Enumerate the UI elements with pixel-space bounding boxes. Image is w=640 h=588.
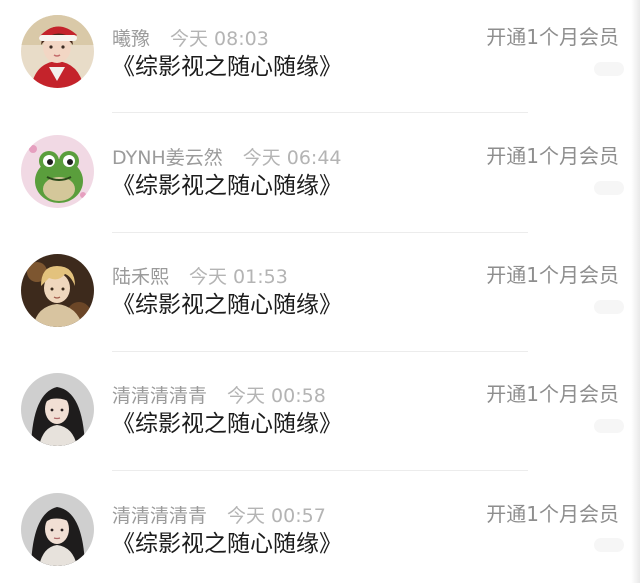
content-title[interactable]: 《综影视之随心随缘》 bbox=[112, 409, 342, 439]
username[interactable]: DYNH姜云然 bbox=[112, 147, 223, 169]
divider bbox=[112, 351, 528, 352]
list-item[interactable]: 陆禾熙 今天 01:53 《综影视之随心随缘》 开通1个月会员 bbox=[0, 238, 640, 352]
scroll-edge bbox=[631, 0, 640, 583]
avatar[interactable] bbox=[21, 135, 94, 208]
list-item[interactable]: 清清清清青 今天 00:57 《综影视之随心随缘》 开通1个月会员 bbox=[0, 476, 640, 588]
avatar[interactable] bbox=[21, 254, 94, 327]
girl-portrait-avatar bbox=[21, 493, 94, 566]
content-title[interactable]: 《综影视之随心随缘》 bbox=[112, 171, 342, 201]
avatar[interactable] bbox=[21, 493, 94, 566]
content-title[interactable]: 《综影视之随心随缘》 bbox=[112, 529, 342, 559]
membership-action: 开通1个月会员 bbox=[486, 382, 619, 406]
faded-price-tag bbox=[594, 419, 624, 433]
faded-price-tag bbox=[594, 181, 624, 195]
membership-action: 开通1个月会员 bbox=[486, 263, 619, 287]
membership-action: 开通1个月会员 bbox=[486, 502, 619, 526]
name-line: DYNH姜云然 今天 06:44 bbox=[112, 146, 342, 170]
list-item[interactable]: DYNH姜云然 今天 06:44 《综影视之随心随缘》 开通1个月会员 bbox=[0, 119, 640, 233]
content-title[interactable]: 《综影视之随心随缘》 bbox=[112, 290, 342, 320]
faded-price-tag bbox=[594, 62, 624, 76]
timestamp: 今天 00:58 bbox=[227, 385, 326, 407]
faded-price-tag bbox=[594, 538, 624, 552]
notification-list: 曦豫 今天 08:03 《综影视之随心随缘》 开通1个月会员 DYNH姜云然 今… bbox=[0, 0, 640, 583]
timestamp: 今天 01:53 bbox=[189, 266, 288, 288]
faded-price-tag bbox=[594, 300, 624, 314]
avatar[interactable] bbox=[21, 15, 94, 88]
divider bbox=[112, 232, 528, 233]
username[interactable]: 陆禾熙 bbox=[112, 266, 169, 288]
membership-action: 开通1个月会员 bbox=[486, 144, 619, 168]
name-line: 清清清清青 今天 00:58 bbox=[112, 384, 326, 408]
timestamp: 今天 06:44 bbox=[242, 147, 342, 169]
membership-action: 开通1个月会员 bbox=[486, 25, 619, 49]
girl-christmas-hat-avatar bbox=[21, 15, 94, 88]
list-item[interactable]: 清清清清青 今天 00:58 《综影视之随心随缘》 开通1个月会员 bbox=[0, 357, 640, 471]
avatar[interactable] bbox=[21, 373, 94, 446]
content-title[interactable]: 《综影视之随心随缘》 bbox=[112, 52, 342, 82]
name-line: 曦豫 今天 08:03 bbox=[112, 27, 269, 51]
list-item[interactable]: 曦豫 今天 08:03 《综影视之随心随缘》 开通1个月会员 bbox=[0, 0, 640, 113]
username[interactable]: 曦豫 bbox=[112, 28, 150, 50]
girl-portrait-avatar bbox=[21, 373, 94, 446]
divider bbox=[112, 470, 528, 471]
timestamp: 今天 08:03 bbox=[170, 28, 269, 50]
divider bbox=[112, 112, 528, 113]
username[interactable]: 清清清清青 bbox=[112, 505, 207, 527]
name-line: 清清清清青 今天 00:57 bbox=[112, 504, 326, 528]
timestamp: 今天 00:57 bbox=[227, 505, 326, 527]
frog-cartoon-avatar bbox=[21, 135, 94, 208]
name-line: 陆禾熙 今天 01:53 bbox=[112, 265, 288, 289]
username[interactable]: 清清清清青 bbox=[112, 385, 207, 407]
anime-boy-avatar bbox=[21, 254, 94, 327]
